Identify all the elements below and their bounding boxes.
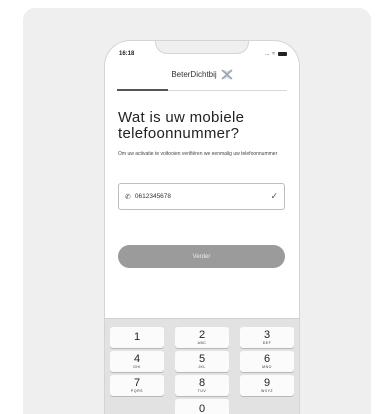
keypad-key-5[interactable]: 5 JKL: [175, 351, 229, 372]
keypad-key-blank-9: [110, 399, 164, 414]
brand-header: BeterDichtbij: [105, 69, 299, 80]
keypad-key-1[interactable]: 1: [110, 327, 164, 348]
phone-icon: ✆: [125, 193, 131, 201]
keypad-key-7[interactable]: 7 PQRS: [110, 375, 164, 396]
brand-name: BeterDichtbij: [171, 70, 217, 79]
keypad-digit: 8: [198, 377, 206, 389]
phone-number-value: 0612345678: [134, 193, 172, 200]
keypad-digit: 0: [198, 403, 206, 414]
keypad-key-9[interactable]: 9 WXYZ: [240, 375, 294, 396]
keypad-letters: PQRS: [131, 389, 143, 393]
battery-icon: [278, 52, 287, 56]
keypad-key-8[interactable]: 8 TUV: [175, 375, 229, 396]
progress-bar: [117, 89, 287, 91]
brand-logo-icon: [221, 69, 233, 80]
keypad-letters: DEF: [262, 341, 272, 345]
phone-number-input[interactable]: ✆ 0612345678 ✓: [118, 183, 285, 210]
page-subtitle: Om uw activatie te voltooien verifiëren …: [118, 151, 278, 157]
numeric-keypad: 1 2 ABC 3 DEF 4 GHI 5 JKL 6 MNO 7 PQRS 8 TUV 9 WXYZ 0: [105, 318, 299, 414]
status-icons: ... ≈: [265, 51, 287, 57]
keypad-digit: 9: [263, 377, 271, 389]
wifi-icon: ≈: [272, 51, 275, 57]
keypad-digit: 2: [198, 329, 206, 341]
keypad-key-4[interactable]: 4 GHI: [110, 351, 164, 372]
keypad-digit: 7: [133, 377, 141, 389]
checkmark-icon: ✓: [270, 191, 278, 201]
keypad-letters: TUV: [197, 389, 207, 393]
page-title: Wat is uw mobiele telefoonnummer?: [118, 109, 245, 142]
keypad-letters: ABC: [197, 341, 207, 345]
keypad-digit: 3: [263, 329, 271, 341]
phone-frame: 16:18 ... ≈ BeterDichtbij Wat is uw mobi…: [104, 40, 300, 414]
keypad-key-0[interactable]: 0: [175, 399, 229, 414]
keypad-letters: MNO: [262, 365, 272, 369]
keypad-key-3[interactable]: 3 DEF: [240, 327, 294, 348]
keypad-key-blank-11: [240, 399, 294, 414]
keypad-key-2[interactable]: 2 ABC: [175, 327, 229, 348]
progress-fill: [117, 89, 168, 91]
keypad-letters: WXYZ: [260, 389, 274, 393]
keypad-digit: 1: [133, 331, 141, 343]
phone-notch: [155, 41, 249, 54]
keypad-digit: 4: [133, 353, 141, 365]
keypad-letters: GHI: [133, 365, 141, 369]
keypad-key-6[interactable]: 6 MNO: [240, 351, 294, 372]
signal-icon: ...: [265, 51, 270, 57]
keypad-digit: 6: [263, 353, 271, 365]
verder-button[interactable]: Verder: [118, 245, 285, 268]
keypad-digit: 5: [198, 353, 206, 365]
keypad-letters: JKL: [198, 365, 206, 369]
status-time: 16:18: [119, 51, 135, 57]
